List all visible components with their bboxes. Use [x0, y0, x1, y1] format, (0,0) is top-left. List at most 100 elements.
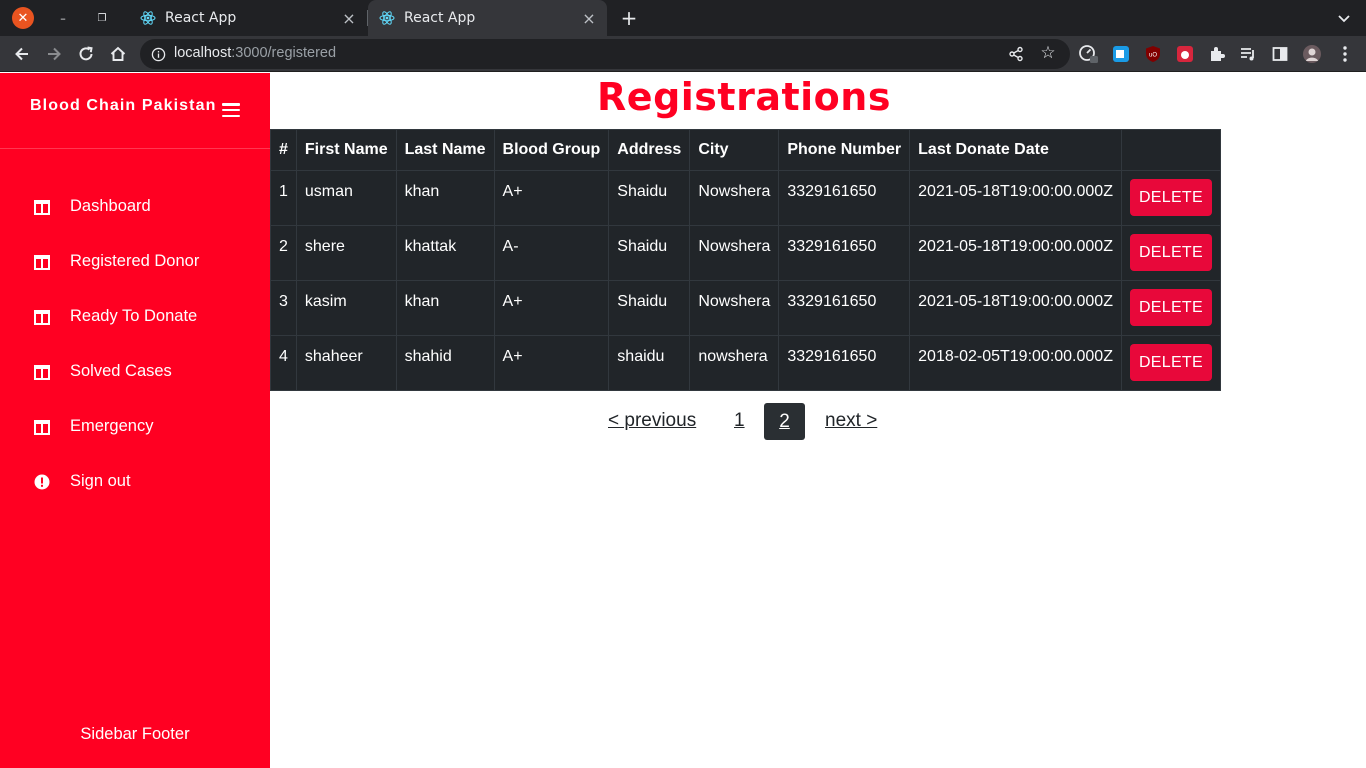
sidebar-footer: Sidebar Footer	[80, 725, 190, 743]
column-header: Phone Number	[778, 129, 911, 171]
table-cell: 2021-05-18T19:00:00.000Z	[909, 280, 1122, 336]
table-icon	[33, 309, 50, 325]
delete-button[interactable]: DELETE	[1129, 234, 1212, 271]
sidebar-item-dashboard[interactable]: Dashboard	[0, 187, 270, 227]
table-cell: shaidu	[608, 335, 691, 391]
browser-toolbar: localhost:3000/registered ☆ uO	[0, 36, 1366, 72]
table-row: 1 usman khan A+ Shaidu Nowshera 33291616…	[270, 170, 1221, 226]
main-content: Registrations # First Name Last Name Blo…	[270, 73, 1366, 768]
sidebar-item-registered-donor[interactable]: Registered Donor	[0, 242, 270, 282]
tab-close-icon[interactable]: ×	[579, 9, 599, 28]
sidebar-item-sign-out[interactable]: Sign out	[0, 462, 270, 502]
sidebar-item-emergency[interactable]: Emergency	[0, 407, 270, 447]
column-header: #	[270, 129, 297, 171]
browser-tab[interactable]: React App ×	[129, 0, 367, 36]
bookmark-star-icon[interactable]: ☆	[1038, 43, 1058, 63]
hamburger-menu-icon[interactable]	[222, 103, 240, 117]
table-cell: A+	[493, 335, 610, 391]
table-cell-action: DELETE	[1120, 225, 1221, 281]
sidebar-item-label: Sign out	[70, 472, 131, 490]
column-header: Blood Group	[493, 129, 610, 171]
table-cell: 2021-05-18T19:00:00.000Z	[909, 170, 1122, 226]
table-cell: 3329161650	[778, 335, 911, 391]
pagination-page-2-active[interactable]: 2	[764, 403, 805, 440]
extension-speedometer-icon[interactable]	[1078, 44, 1098, 64]
delete-button[interactable]: DELETE	[1129, 344, 1212, 381]
column-header	[1120, 129, 1221, 171]
site-info-icon[interactable]	[150, 46, 166, 62]
tab-close-icon[interactable]: ×	[339, 9, 359, 28]
column-header: First Name	[295, 129, 397, 171]
registrations-table: # First Name Last Name Blood Group Addre…	[270, 129, 1221, 391]
delete-button[interactable]: DELETE	[1129, 289, 1212, 326]
window-restore-icon[interactable]: ❐	[91, 7, 113, 29]
side-panel-icon[interactable]	[1270, 44, 1290, 64]
pagination-previous-link[interactable]: < previous	[608, 410, 696, 432]
table-row: 4 shaheer shahid A+ shaidu nowshera 3329…	[270, 335, 1221, 391]
window-close-icon[interactable]: ✕	[12, 7, 34, 29]
table-cell: 3329161650	[778, 225, 911, 281]
share-icon[interactable]	[1006, 44, 1026, 64]
reload-icon[interactable]	[72, 40, 100, 68]
extension-devil-icon[interactable]	[1175, 44, 1195, 64]
column-header: City	[689, 129, 780, 171]
table-cell: khattak	[395, 225, 495, 281]
table-cell: 2021-05-18T19:00:00.000Z	[909, 225, 1122, 281]
table-cell: khan	[395, 280, 495, 336]
profile-avatar-icon[interactable]	[1302, 44, 1322, 64]
table-cell: 2018-02-05T19:00:00.000Z	[909, 335, 1122, 391]
table-cell: Shaidu	[608, 225, 691, 281]
browser-tab-strip: ✕ – ❐ React App × React App × +	[0, 0, 1366, 36]
table-row: 3 kasim khan A+ Shaidu Nowshera 33291616…	[270, 280, 1221, 336]
table-cell: A+	[493, 170, 610, 226]
forward-arrow-icon[interactable]	[40, 40, 68, 68]
pagination-page-label: 2	[779, 410, 790, 432]
table-cell-action: DELETE	[1120, 335, 1221, 391]
sidebar-brand[interactable]: Blood Chain Pakistan	[30, 97, 216, 115]
sidebar-item-label: Solved Cases	[70, 362, 172, 380]
table-cell: Nowshera	[689, 280, 780, 336]
media-queue-icon[interactable]	[1238, 44, 1258, 64]
sidebar: Blood Chain Pakistan Dashboard Registere…	[0, 73, 270, 768]
home-icon[interactable]	[104, 40, 132, 68]
back-arrow-icon[interactable]	[8, 40, 36, 68]
tab-title: React App	[165, 10, 237, 26]
browser-menu-icon[interactable]	[1335, 44, 1355, 64]
tab-search-chevron-icon[interactable]	[1334, 6, 1354, 30]
url-path: :3000/registered	[231, 45, 337, 61]
table-cell: Nowshera	[689, 170, 780, 226]
table-cell: shaheer	[295, 335, 397, 391]
sidebar-item-ready-to-donate[interactable]: Ready To Donate	[0, 297, 270, 337]
pagination-next-link[interactable]: next >	[825, 410, 877, 432]
table-cell: shahid	[395, 335, 495, 391]
table-cell: A+	[493, 280, 610, 336]
table-cell: nowshera	[689, 335, 780, 391]
extension-translate-icon[interactable]	[1111, 44, 1131, 64]
sidebar-item-label: Dashboard	[70, 197, 151, 215]
table-icon	[33, 199, 50, 215]
react-logo-icon	[140, 10, 156, 26]
extensions-puzzle-icon[interactable]	[1207, 44, 1227, 64]
column-header: Last Name	[395, 129, 495, 171]
address-bar[interactable]: localhost:3000/registered ☆	[140, 39, 1070, 69]
window-minimize-icon[interactable]: –	[52, 7, 74, 29]
table-cell: 2	[270, 225, 297, 281]
svg-text:uO: uO	[1149, 53, 1157, 59]
table-row: 2 shere khattak A- Shaidu Nowshera 33291…	[270, 225, 1221, 281]
table-icon	[33, 254, 50, 270]
table-cell: A-	[493, 225, 610, 281]
delete-button[interactable]: DELETE	[1129, 179, 1212, 216]
table-cell: 3329161650	[778, 280, 911, 336]
table-cell: shere	[295, 225, 397, 281]
alert-circle-icon	[33, 474, 50, 490]
pagination-page-1[interactable]: 1	[734, 410, 745, 432]
browser-tab-active[interactable]: React App ×	[368, 0, 607, 36]
url-text: localhost:3000/registered	[174, 45, 336, 61]
new-tab-plus-icon[interactable]: +	[617, 6, 641, 30]
table-header-row: # First Name Last Name Blood Group Addre…	[270, 129, 1221, 171]
table-icon	[33, 364, 50, 380]
react-logo-icon	[379, 10, 395, 26]
extension-ublock-icon[interactable]: uO	[1143, 44, 1163, 64]
sidebar-item-solved-cases[interactable]: Solved Cases	[0, 352, 270, 392]
page-title: Registrations	[597, 75, 891, 119]
